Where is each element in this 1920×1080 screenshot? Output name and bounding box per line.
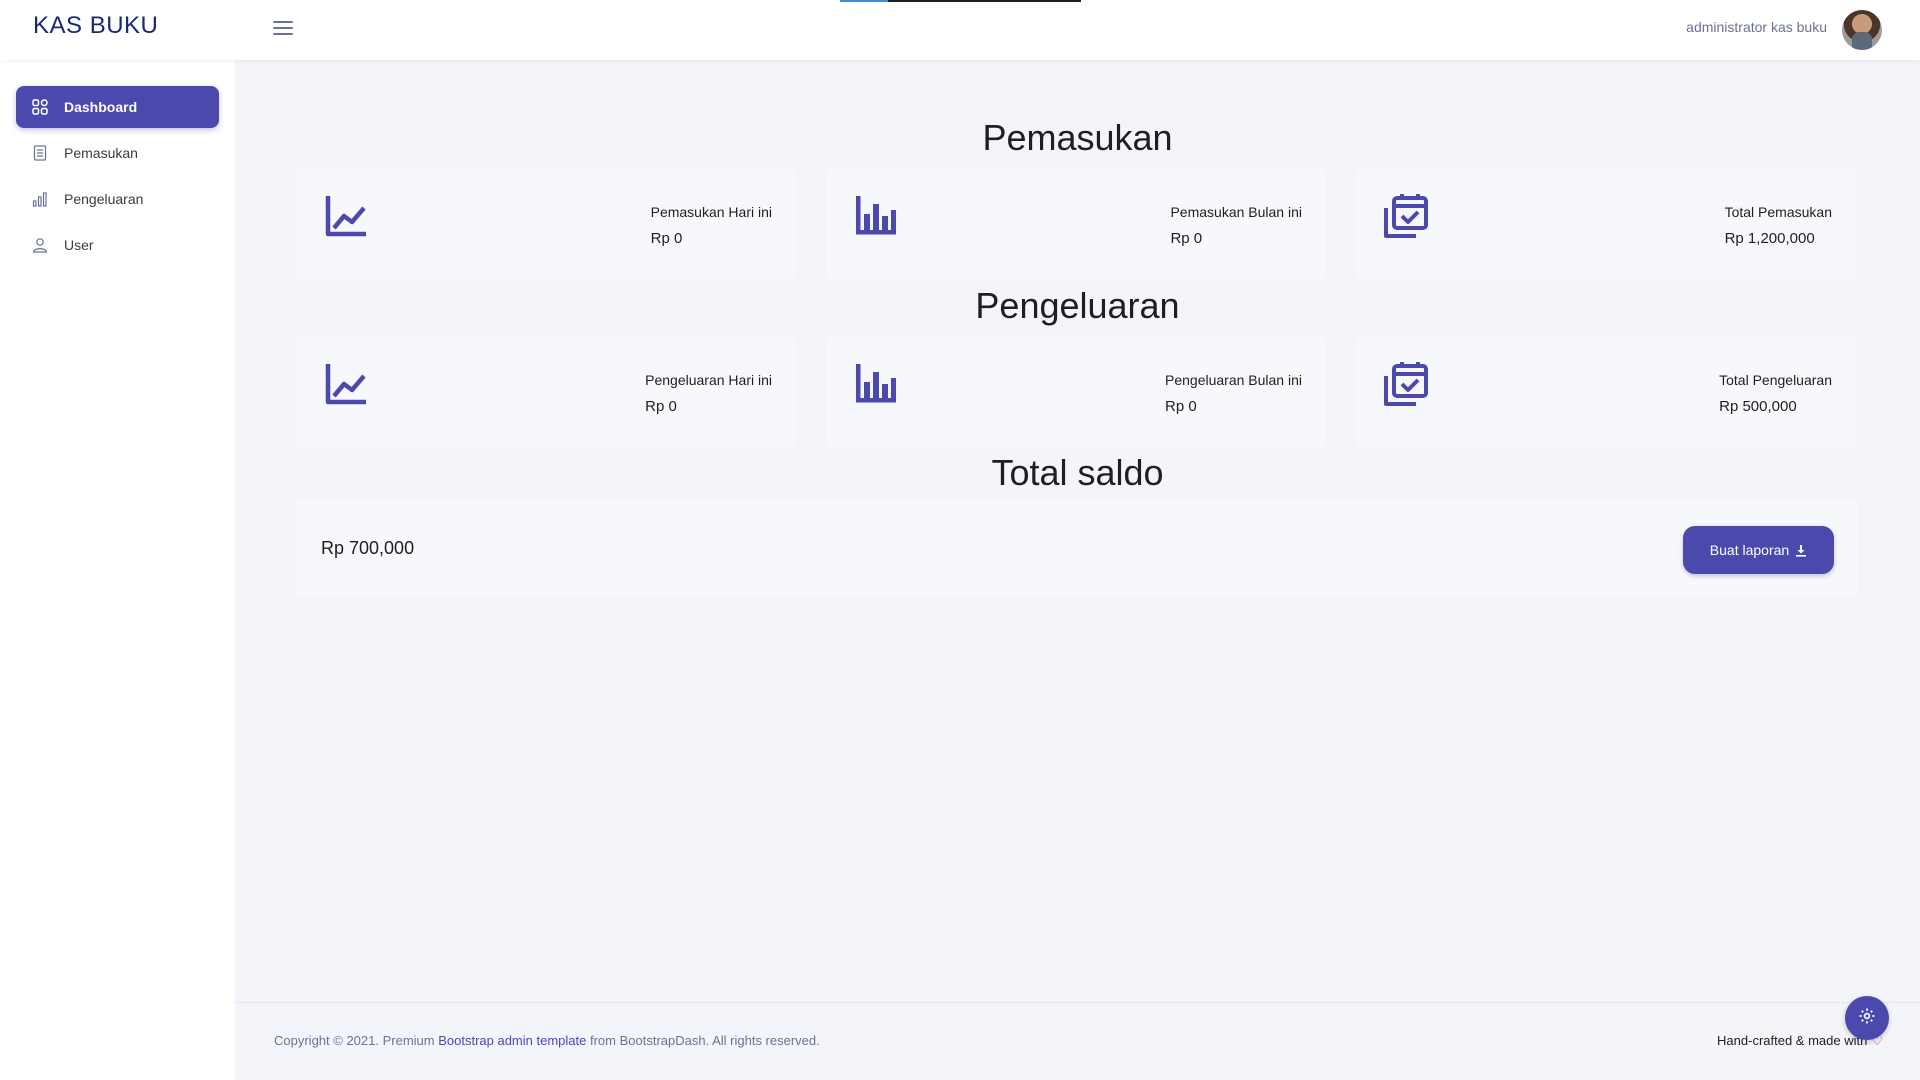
grid-icon — [32, 99, 48, 115]
stat-value: Rp 0 — [1170, 230, 1203, 247]
section-title-pengeluaran: Pengeluaran — [975, 285, 1180, 326]
page-loading-bar — [840, 0, 1081, 2]
stat-value: Rp 0 — [1165, 398, 1197, 415]
copyright-text: Copyright © 2021. Premium Bootstrap admi… — [274, 1033, 820, 1048]
brand-logo[interactable]: KAS BUKU — [33, 12, 158, 40]
line-chart-icon — [322, 192, 370, 240]
user-name[interactable]: administrator kas buku — [1686, 19, 1827, 35]
template-link[interactable]: Bootstrap admin template — [438, 1033, 586, 1048]
stat-card-pemasukan-hari: Pemasukan Hari ini Rp 0 — [296, 168, 796, 280]
stat-card-total-pemasukan: Total Pemasukan Rp 1,200,000 — [1356, 168, 1856, 280]
stat-label: Total Pengeluaran — [1719, 372, 1832, 388]
avatar[interactable] — [1842, 10, 1882, 50]
sidebar-item-pengeluaran[interactable]: Pengeluaran — [16, 178, 219, 220]
bar-chart-icon — [852, 192, 900, 240]
saldo-value: Rp 700,000 — [321, 538, 415, 558]
stat-value: Rp 1,200,000 — [1724, 230, 1815, 247]
handcrafted-label: Hand-crafted & made with — [1717, 1033, 1868, 1048]
copyright-prefix: Copyright © 2021. Premium — [274, 1033, 435, 1048]
stat-label: Pengeluaran Hari ini — [645, 372, 772, 388]
download-icon — [1795, 544, 1807, 557]
sidebar: Dashboard Pemasukan Pengeluaran User — [0, 60, 235, 1080]
stat-value: Rp 0 — [645, 398, 677, 415]
stat-label: Pemasukan Bulan ini — [1170, 204, 1302, 220]
settings-gear-button[interactable] — [1845, 996, 1889, 1040]
stat-label: Pemasukan Hari ini — [650, 204, 772, 220]
sidebar-item-label: User — [64, 237, 94, 253]
create-report-label: Buat laporan — [1709, 542, 1790, 558]
stat-card-total-pengeluaran: Total Pengeluaran Rp 500,000 — [1356, 336, 1856, 448]
calendar-check-icon — [1382, 360, 1430, 408]
sidebar-item-label: Pemasukan — [64, 145, 138, 161]
section-title-pemasukan: Pemasukan — [982, 117, 1173, 158]
gear-icon — [1858, 1007, 1876, 1030]
user-icon — [32, 237, 48, 253]
line-chart-icon — [322, 360, 370, 408]
bar-chart-icon — [852, 360, 900, 408]
stat-label: Total Pemasukan — [1724, 204, 1832, 220]
stat-card-pengeluaran-bulan: Pengeluaran Bulan ini Rp 0 — [826, 336, 1326, 448]
create-report-button[interactable]: Buat laporan — [1683, 526, 1834, 574]
sidebar-item-user[interactable]: User — [16, 224, 219, 266]
bar-chart-icon — [32, 191, 48, 207]
sidebar-item-label: Pengeluaran — [64, 191, 144, 207]
sidebar-item-dashboard[interactable]: Dashboard — [16, 86, 219, 128]
stat-label: Pengeluaran Bulan ini — [1165, 372, 1302, 388]
menu-toggle-icon[interactable] — [273, 21, 293, 39]
copyright-suffix: from BootstrapDash. All rights reserved. — [589, 1033, 820, 1048]
stat-card-pengeluaran-hari: Pengeluaran Hari ini Rp 0 — [296, 336, 796, 448]
stat-card-pemasukan-bulan: Pemasukan Bulan ini Rp 0 — [826, 168, 1326, 280]
section-title-saldo: Total saldo — [991, 452, 1164, 493]
saldo-card: Rp 700,000 Buat laporan — [296, 500, 1858, 598]
calendar-check-icon — [1382, 192, 1430, 240]
document-icon — [32, 145, 48, 161]
sidebar-item-pemasukan[interactable]: Pemasukan — [16, 132, 219, 174]
stat-value: Rp 500,000 — [1719, 398, 1797, 415]
top-navbar: KAS BUKU administrator kas buku — [0, 0, 1920, 60]
footer: Copyright © 2021. Premium Bootstrap admi… — [235, 1002, 1920, 1080]
sidebar-item-label: Dashboard — [64, 99, 138, 115]
stat-value: Rp 0 — [650, 230, 683, 247]
